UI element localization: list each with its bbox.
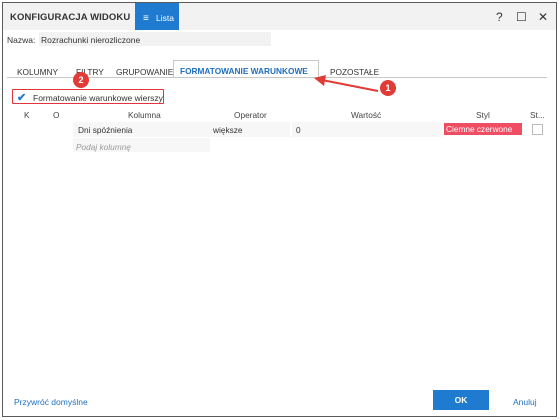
- restore-defaults-link[interactable]: Przywróć domyślne: [14, 397, 88, 407]
- callout-arrow: [314, 75, 379, 92]
- cancel-link[interactable]: Anuluj: [513, 397, 537, 407]
- callout-badge-1: 1: [380, 80, 396, 96]
- callout-badge-2: 2: [73, 72, 89, 88]
- ok-button[interactable]: OK: [433, 390, 489, 410]
